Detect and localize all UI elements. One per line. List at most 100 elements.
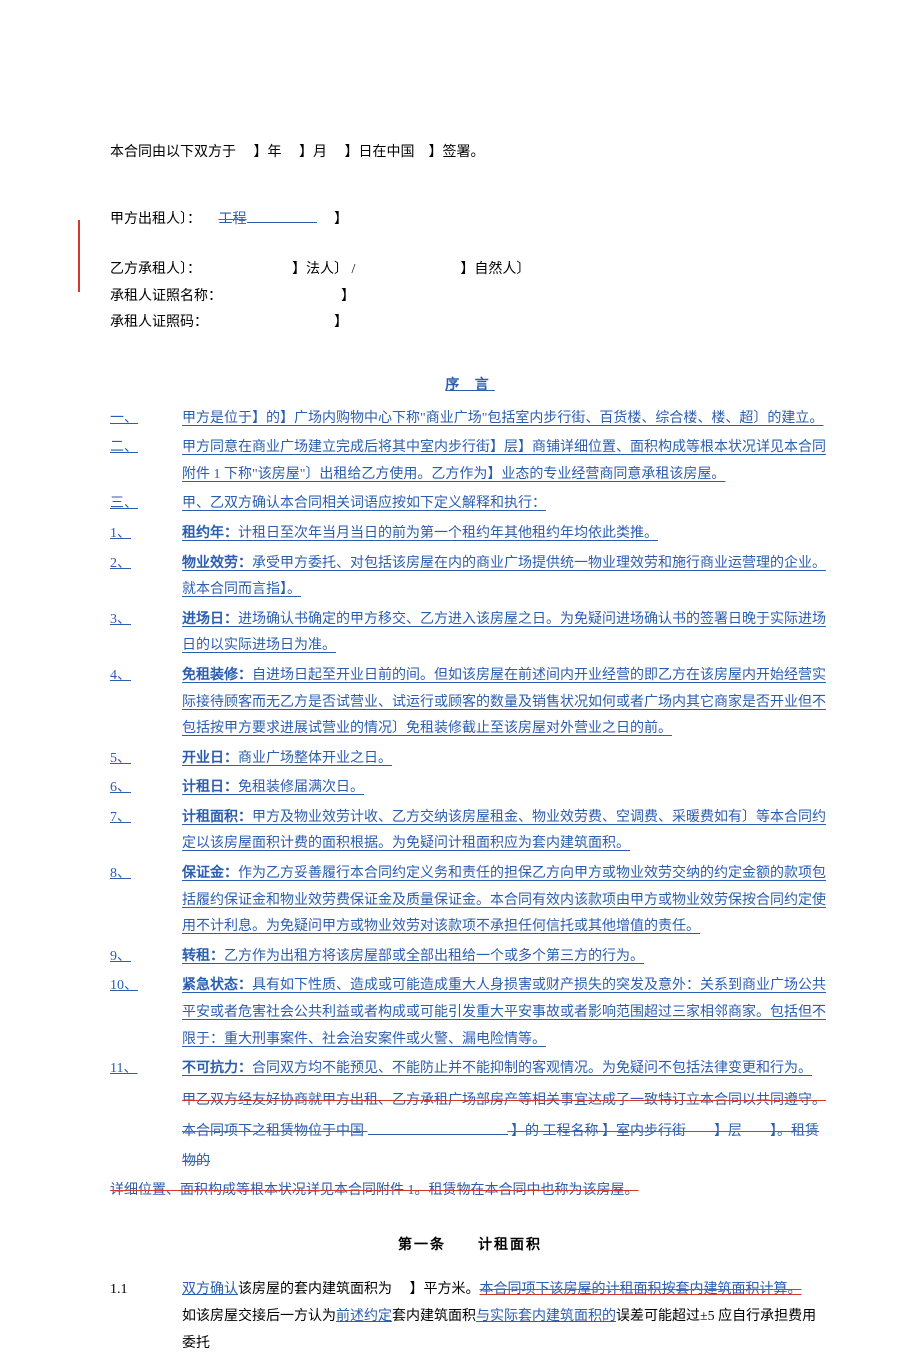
item-text: 甲、乙双方确认本合同相关词语应按如下定义解释和执行：: [182, 491, 830, 518]
cert-name-tail: 】: [341, 289, 355, 304]
clause-text: 套内建筑面积: [392, 1309, 476, 1324]
def-body: 商业广场整体开业之日。: [238, 751, 392, 766]
item-num: 三、: [110, 491, 182, 518]
item-num: 9、: [110, 944, 182, 971]
revision-bar: [78, 220, 80, 292]
lessee-label: 乙方承租人〕：: [110, 262, 201, 277]
lessor-strike: 工程: [219, 212, 247, 227]
del-2b: 】的 工程名称 】室内步行街: [511, 1124, 686, 1139]
item-text: 租约年：计租日至次年当月当日的前为第一个租约年其他租约年均依此类推。: [182, 521, 830, 548]
item-text: 开业日：商业广场整体开业之日。: [182, 746, 830, 773]
deleted-tail: 详细位置、面积构成等根本状况详见本合同附件 1。租赁物在本合同中也称为该房屋。: [110, 1178, 830, 1205]
item-num: 一、: [110, 406, 182, 433]
cert-no-label: 承租人证照码：: [110, 315, 208, 330]
def-body: 自进场日起至开业日前的间。但如该房屋在前述间内开业经营的即乙方在该房屋内开始经营…: [182, 668, 826, 736]
cert-name-label: 承租人证照名称：: [110, 289, 222, 304]
term: 租约年：: [182, 526, 238, 541]
term: 计租面积：: [182, 810, 252, 825]
deleted-text: 本合同项下该房屋的计租面积按套内建筑面积计算。: [480, 1282, 802, 1297]
term: 紧急状态：: [182, 978, 252, 993]
def-item: 9、转租：乙方作为出租方将该房屋部或全部出租给一个或多个第三方的行为。: [110, 944, 830, 971]
def-body: 具有如下性质、造成或可能造成重大人身损害或财产损失的突发及意外：关系到商业广场公…: [182, 978, 826, 1046]
item-num: 6、: [110, 775, 182, 802]
clause-text: 如该房屋交接后一方认为: [182, 1309, 336, 1324]
item-text: 计租面积：甲方及物业效劳计收、乙方交纳该房屋租金、物业效劳费、空调费、采暖费如有…: [182, 805, 830, 858]
item-text: 甲方是位于】的】广场内购物中心下称"商业广场"包括室内步行街、百货楼、综合楼、楼…: [182, 406, 830, 433]
def-item: 10、紧急状态：具有如下性质、造成或可能造成重大人身损害或财产损失的突发及意外：…: [110, 973, 830, 1053]
lessee-legal: 】法人〕 /: [292, 262, 355, 277]
insert-text: 前述约定: [336, 1309, 392, 1324]
term: 物业效劳：: [182, 556, 252, 571]
lessor-blank: [247, 222, 317, 223]
def-item: 1、租约年：计租日至次年当月当日的前为第一个租约年其他租约年均依此类推。: [110, 521, 830, 548]
item-num: 4、: [110, 663, 182, 743]
def-body: 乙方作为出租方将该房屋部或全部出租给一个或多个第三方的行为。: [224, 949, 644, 964]
sig-month: 】月: [299, 145, 327, 160]
preface-title: 序 言: [110, 373, 830, 400]
def-item: 6、计租日：免租装修届满次日。: [110, 775, 830, 802]
item-num: 8、: [110, 861, 182, 941]
term: 不可抗力：: [182, 1061, 252, 1076]
def-body: 合同双方均不能预见、不能防止并不能抑制的客观情况。为免疑问不包括法律变更和行为。: [252, 1061, 812, 1076]
insert-text: 与实际套内建筑面积的: [476, 1309, 616, 1324]
deleted-para-1: 甲乙双方经友好协商就甲方出租、乙方承租广场部房产等相关事宜达成了一致特订立本合同…: [182, 1086, 830, 1117]
del-blank: [368, 1134, 508, 1135]
deleted-para-2: 本合同项下之租赁物位于中国 】的 工程名称 】室内步行街 】层 】。租赁物的: [182, 1117, 830, 1179]
clause-text: 】平方米。: [410, 1282, 480, 1297]
lessor-label: 甲方出租人〕：: [110, 212, 201, 227]
def-item: 5、开业日：商业广场整体开业之日。: [110, 746, 830, 773]
term: 转租：: [182, 949, 224, 964]
list-item: 三、甲、乙双方确认本合同相关词语应按如下定义解释和执行：: [110, 491, 830, 518]
lessee-natural: 】自然人〕: [460, 262, 530, 277]
term: 保证金：: [182, 866, 238, 881]
def-item: 3、进场日：进场确认书确定的甲方移交、乙方进入该房屋之日。为免疑问进场确认书的签…: [110, 607, 830, 660]
term: 免租装修：: [182, 668, 252, 683]
item-text: 不可抗力：合同双方均不能预见、不能防止并不能抑制的客观情况。为免疑问不包括法律变…: [182, 1056, 830, 1083]
def-item: 7、计租面积：甲方及物业效劳计收、乙方交纳该房屋租金、物业效劳费、空调费、采暖费…: [110, 805, 830, 858]
def-body: 承受甲方委托、对包括该房屋在内的商业广场提供统一物业理效劳和施行商业运营理的企业…: [182, 556, 826, 598]
lessor-line: 甲方出租人〕： 工程 】: [110, 207, 830, 234]
def-item: 2、物业效劳：承受甲方委托、对包括该房屋在内的商业广场提供统一物业理效劳和施行商…: [110, 551, 830, 604]
cert-name-line: 承租人证照名称： 】: [110, 284, 830, 311]
signature-line: 本合同由以下双方于 】年 】月 】日在中国 】签署。: [110, 140, 830, 167]
item-num: 3、: [110, 607, 182, 660]
clause-body: 双方确认该房屋的套内建筑面积为 】平方米。本合同项下该房屋的计租面积按套内建筑面…: [182, 1277, 830, 1357]
insert-text: 双方确认: [182, 1282, 238, 1297]
preface-list: 一、甲方是位于】的】广场内购物中心下称"商业广场"包括室内步行街、百货楼、综合楼…: [110, 406, 830, 1083]
sig-day: 】日在中国: [345, 145, 415, 160]
def-body: 作为乙方妥善履行本合同约定义务和责任的担保乙方向甲方或物业效劳交纳的约定金额的款…: [182, 866, 826, 934]
item-num: 二、: [110, 435, 182, 488]
item-num: 2、: [110, 551, 182, 604]
item-text: 保证金：作为乙方妥善履行本合同约定义务和责任的担保乙方向甲方或物业效劳交纳的约定…: [182, 861, 830, 941]
item-text: 计租日：免租装修届满次日。: [182, 775, 830, 802]
def-item: 4、免租装修：自进场日起至开业日前的间。但如该房屋在前述间内开业经营的即乙方在该…: [110, 663, 830, 743]
sig-prefix: 本合同由以下双方于: [110, 145, 236, 160]
cert-no-tail: 】: [334, 315, 348, 330]
def-body: 进场确认书确定的甲方移交、乙方进入该房屋之日。为免疑问进场确认书的签署日晚于实际…: [182, 612, 826, 654]
item-num: 10、: [110, 973, 182, 1053]
item-text: 免租装修：自进场日起至开业日前的间。但如该房屋在前述间内开业经营的即乙方在该房屋…: [182, 663, 830, 743]
lessee-block: 乙方承租人〕： 】法人〕 / 】自然人〕 承租人证照名称： 】 承租人证照码：: [110, 257, 830, 337]
del-tail-text: 详细位置、面积构成等根本状况详见本合同附件 1。租赁物在本合同中也称为该房屋。: [110, 1183, 639, 1198]
item-text: 甲方同意在商业广场建立完成后将其中室内步行街】层】商铺详细位置、面积构成等根本状…: [182, 435, 830, 488]
list-item: 一、甲方是位于】的】广场内购物中心下称"商业广场"包括室内步行街、百货楼、综合楼…: [110, 406, 830, 433]
del-2a: 本合同项下之租赁物位于中国: [182, 1124, 364, 1139]
def-item: 8、保证金：作为乙方妥善履行本合同约定义务和责任的担保乙方向甲方或物业效劳交纳的…: [110, 861, 830, 941]
def-body: 免租装修届满次日。: [238, 780, 364, 795]
cert-no-line: 承租人证照码： 】: [110, 310, 830, 337]
article-1-title: 第一条 计租面积: [110, 1233, 830, 1260]
sig-year: 】年: [254, 145, 282, 160]
lessor-tail: 】: [334, 212, 348, 227]
item-num: 7、: [110, 805, 182, 858]
def-item: 11、不可抗力：合同双方均不能预见、不能防止并不能抑制的客观情况。为免疑问不包括…: [110, 1056, 830, 1083]
term: 进场日：: [182, 612, 238, 627]
term: 开业日：: [182, 751, 238, 766]
item-text: 进场日：进场确认书确定的甲方移交、乙方进入该房屋之日。为免疑问进场确认书的签署日…: [182, 607, 830, 660]
list-item: 二、甲方同意在商业广场建立完成后将其中室内步行街】层】商铺详细位置、面积构成等根…: [110, 435, 830, 488]
clause-text: 该房屋的套内建筑面积为: [238, 1282, 392, 1297]
lessee-line: 乙方承租人〕： 】法人〕 / 】自然人〕: [110, 257, 830, 284]
item-num: 11、: [110, 1056, 182, 1083]
item-text: 物业效劳：承受甲方委托、对包括该房屋在内的商业广场提供统一物业理效劳和施行商业运…: [182, 551, 830, 604]
del-2c: 】层: [714, 1124, 742, 1139]
item-text: 紧急状态：具有如下性质、造成或可能造成重大人身损害或财产损失的突发及意外：关系到…: [182, 973, 830, 1053]
